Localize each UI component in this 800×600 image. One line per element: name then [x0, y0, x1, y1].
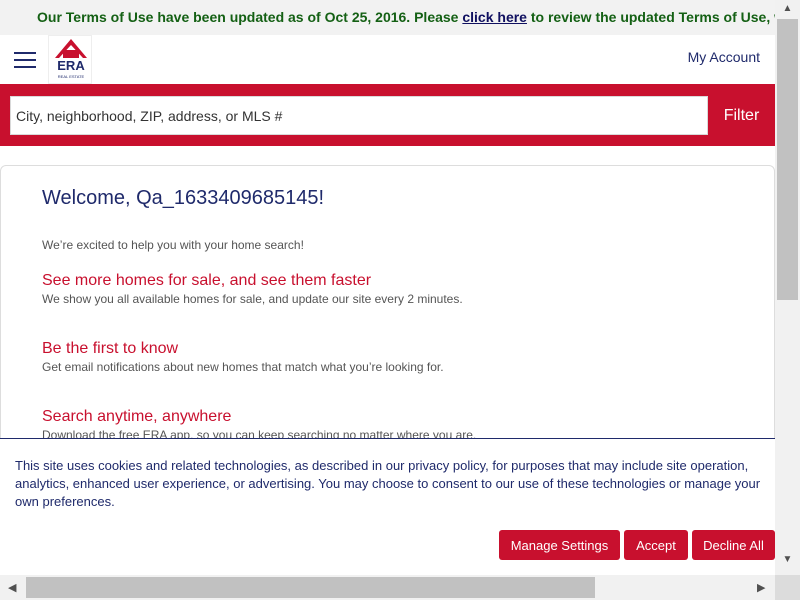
- feature-title-first: Be the first to know: [42, 340, 179, 357]
- era-logo[interactable]: ERA REAL ESTATE: [48, 35, 92, 84]
- my-account-link[interactable]: My Account: [688, 49, 760, 65]
- terms-link[interactable]: click here: [462, 9, 527, 25]
- scrollbar-corner: [775, 575, 800, 600]
- site-header: ERA REAL ESTATE My Account: [0, 35, 775, 84]
- terms-banner-prefix: Our Terms of Use have been updated as of…: [37, 9, 463, 25]
- welcome-card: Welcome, Qa_1633409685145! We’re excited…: [0, 165, 775, 465]
- filter-button[interactable]: Filter: [708, 96, 775, 135]
- horizontal-scroll-thumb[interactable]: [26, 577, 595, 598]
- welcome-intro: We’re excited to help you with your home…: [42, 238, 304, 252]
- scroll-right-icon[interactable]: ▶: [757, 581, 765, 594]
- logo-subtext: REAL ESTATE: [58, 74, 85, 79]
- terms-banner: Our Terms of Use have been updated as of…: [0, 0, 775, 35]
- cookie-banner: This site uses cookies and related techn…: [0, 438, 775, 575]
- vertical-scroll-thumb[interactable]: [777, 19, 798, 300]
- decline-all-button[interactable]: Decline All: [692, 530, 775, 560]
- accept-button[interactable]: Accept: [624, 530, 688, 560]
- scroll-up-icon[interactable]: ▲: [775, 4, 800, 14]
- feature-desc-first: Get email notifications about new homes …: [42, 360, 444, 374]
- era-logo-icon: ERA REAL ESTATE: [55, 39, 87, 79]
- feature-title-anywhere: Search anytime, anywhere: [42, 408, 232, 425]
- scroll-left-icon[interactable]: ◀: [8, 581, 16, 594]
- terms-banner-suffix: to review the updated Terms of Use, whic…: [530, 9, 775, 25]
- logo-text: ERA: [57, 58, 85, 73]
- welcome-title: Welcome, Qa_1633409685145!: [42, 187, 325, 209]
- cookie-text: This site uses cookies and related techn…: [15, 458, 761, 509]
- search-bar: Filter: [0, 84, 775, 146]
- horizontal-scrollbar[interactable]: ◀ ▶: [0, 575, 775, 600]
- scroll-down-icon[interactable]: ▼: [775, 555, 800, 565]
- search-input[interactable]: [10, 96, 708, 135]
- feature-desc-faster: We show you all available homes for sale…: [42, 292, 463, 306]
- page-viewport: Our Terms of Use have been updated as of…: [0, 0, 775, 575]
- feature-title-faster: See more homes for sale, and see them fa…: [42, 272, 372, 289]
- manage-settings-button[interactable]: Manage Settings: [499, 530, 620, 560]
- menu-icon[interactable]: [14, 52, 36, 68]
- vertical-scrollbar[interactable]: ▲ ▼: [775, 0, 800, 575]
